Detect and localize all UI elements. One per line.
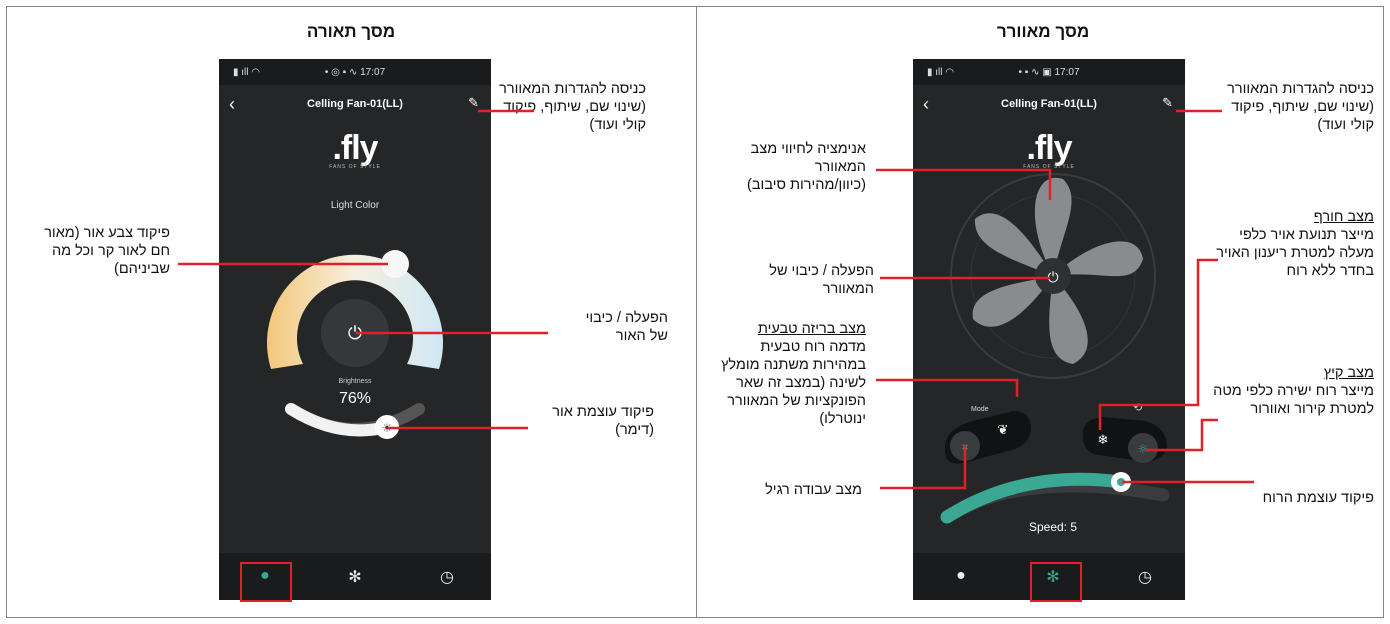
annotation-lines — [178, 109, 1254, 490]
